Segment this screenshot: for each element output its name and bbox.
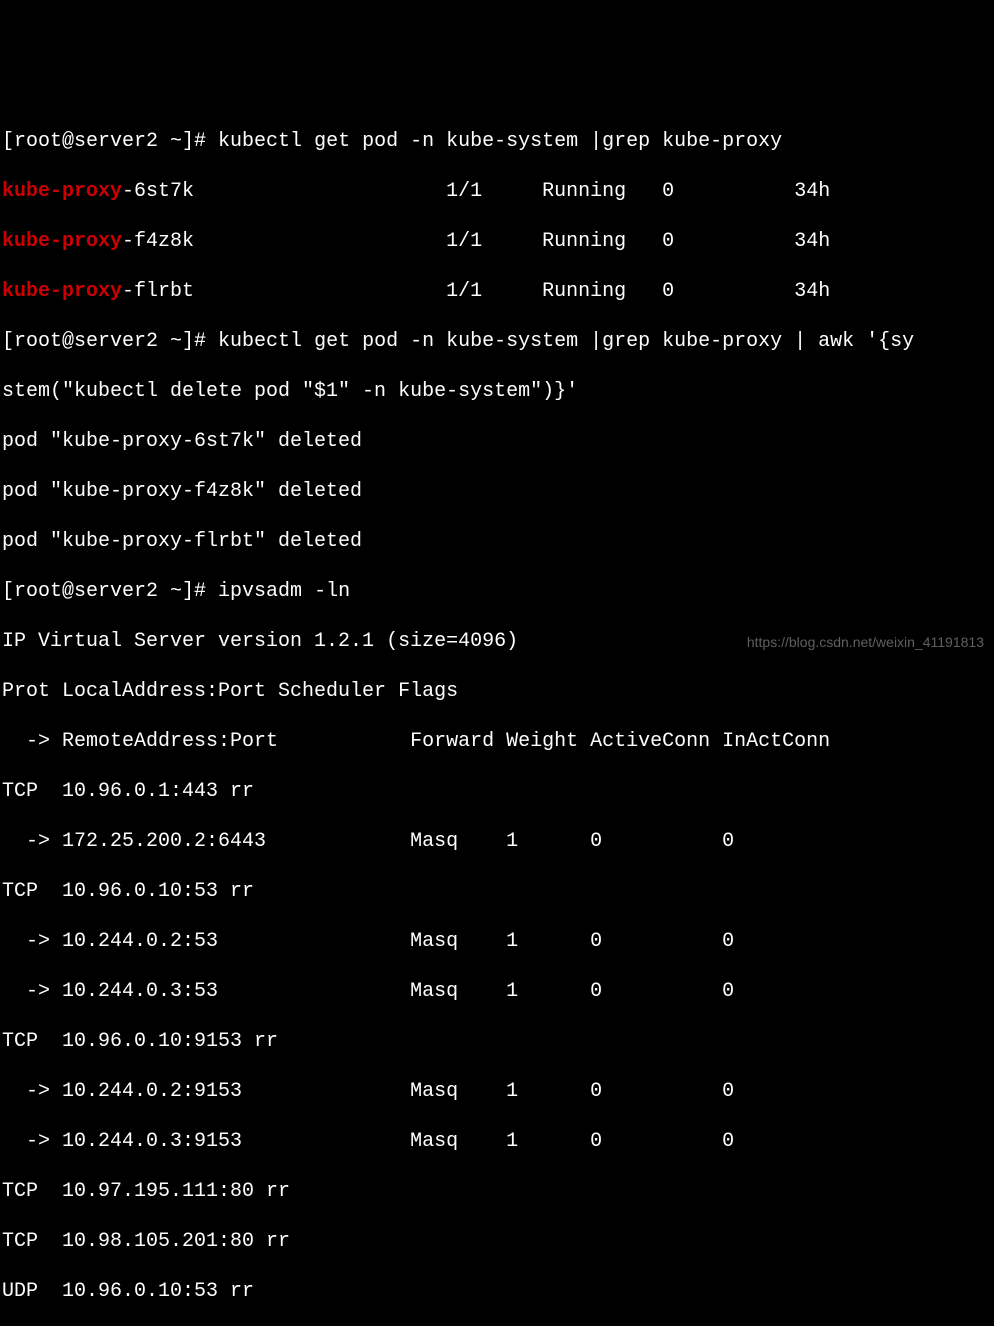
command-text: kubectl get pod -n kube-system |grep kub… [218,330,914,353]
pod-suffix: -flrbt [122,280,194,303]
pod-suffix: -6st7k [122,180,194,203]
ipvs-real-server: -> 172.25.200.2:6443 Masq 1 0 0 [2,829,992,854]
grep-match: kube-proxy [2,280,122,303]
pod-suffix: -f4z8k [122,230,194,253]
shell-prompt: [root@server2 ~]# [2,330,218,353]
delete-output: pod "kube-proxy-6st7k" deleted [2,429,992,454]
ipvs-service: TCP 10.98.105.201:80 rr [2,1229,992,1254]
pod-age: 34h [794,280,830,303]
ipvs-real-server: -> 10.244.0.3:53 Masq 1 0 0 [2,979,992,1004]
grep-match: kube-proxy [2,180,122,203]
pod-age: 34h [794,230,830,253]
cmd-line-2: [root@server2 ~]# kubectl get pod -n kub… [2,329,992,354]
ipvs-service: TCP 10.96.0.10:53 rr [2,879,992,904]
watermark-text: https://blog.csdn.net/weixin_41191813 [747,634,984,652]
ipvs-real-server: -> 10.244.0.3:9153 Masq 1 0 0 [2,1129,992,1154]
delete-output: pod "kube-proxy-flrbt" deleted [2,529,992,554]
pod-row: kube-proxy-f4z8k 1/1 Running 0 34h [2,229,992,254]
shell-prompt: [root@server2 ~]# [2,580,218,603]
ipvs-service: UDP 10.96.0.10:53 rr [2,1279,992,1304]
pod-row: kube-proxy-6st7k 1/1 Running 0 34h [2,179,992,204]
ipvs-real-server: -> 10.244.0.2:9153 Masq 1 0 0 [2,1079,992,1104]
ipvs-service: TCP 10.97.195.111:80 rr [2,1179,992,1204]
pod-age: 34h [794,180,830,203]
shell-prompt: [root@server2 ~]# [2,130,218,153]
ipvs-service: TCP 10.96.0.10:9153 rr [2,1029,992,1054]
delete-output: pod "kube-proxy-f4z8k" deleted [2,479,992,504]
command-text: stem("kubectl delete pod "$1" -n kube-sy… [2,380,578,403]
pod-status: Running [542,230,626,253]
grep-match: kube-proxy [2,230,122,253]
pod-status: Running [542,180,626,203]
command-text: kubectl get pod -n kube-system |grep kub… [218,130,782,153]
pod-row: kube-proxy-flrbt 1/1 Running 0 34h [2,279,992,304]
ipvs-subcolumns: -> RemoteAddress:Port Forward Weight Act… [2,729,992,754]
pod-ready: 1/1 [446,180,482,203]
pod-restarts: 0 [662,180,674,203]
pod-ready: 1/1 [446,280,482,303]
pod-status: Running [542,280,626,303]
cmd-line-2-cont: stem("kubectl delete pod "$1" -n kube-sy… [2,379,992,404]
ipvs-service: TCP 10.96.0.1:443 rr [2,779,992,804]
terminal-output: [root@server2 ~]# kubectl get pod -n kub… [2,104,992,1326]
cmd-line-1: [root@server2 ~]# kubectl get pod -n kub… [2,129,992,154]
ipvs-real-server: -> 10.244.0.2:53 Masq 1 0 0 [2,929,992,954]
cmd-line-3: [root@server2 ~]# ipvsadm -ln [2,579,992,604]
ipvs-columns: Prot LocalAddress:Port Scheduler Flags [2,679,992,704]
pod-ready: 1/1 [446,230,482,253]
command-text: ipvsadm -ln [218,580,350,603]
pod-restarts: 0 [662,280,674,303]
pod-restarts: 0 [662,230,674,253]
